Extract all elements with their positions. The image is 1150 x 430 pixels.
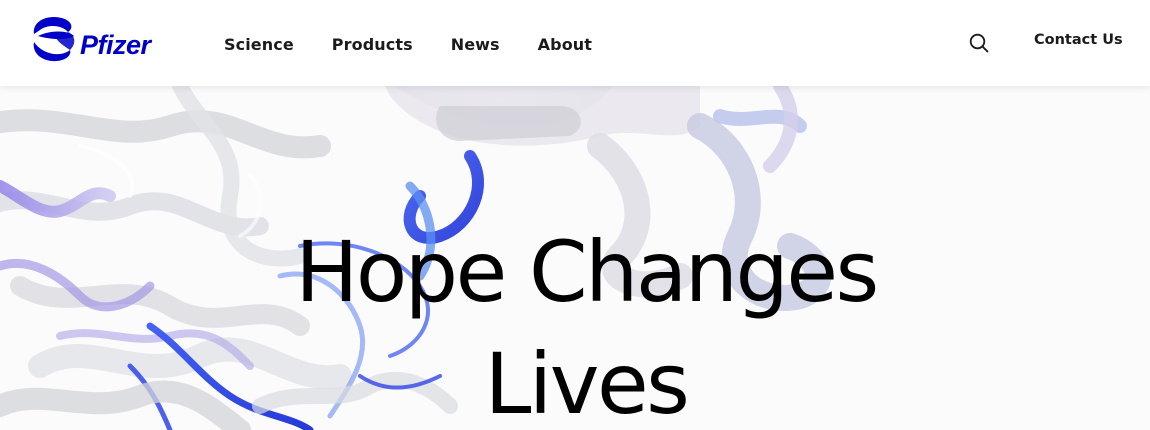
nav-item-news[interactable]: News	[451, 35, 500, 54]
contact-us-link[interactable]: Contact Us	[1034, 32, 1123, 48]
hero-section: Hope Changes Lives	[0, 86, 1150, 430]
pfizer-logo-mark: Pfizer	[33, 16, 153, 62]
hero-headline-line2: Lives	[484, 335, 690, 430]
search-button[interactable]	[966, 30, 992, 56]
hero-headline-line1: Hope Changes	[295, 223, 879, 321]
search-icon	[969, 33, 989, 53]
page: Pfizer Science Products News About Conta…	[0, 0, 1150, 430]
nav-item-about[interactable]: About	[538, 35, 592, 54]
hero-headline: Hope Changes Lives	[0, 216, 1150, 430]
pfizer-logo-text: Pfizer	[80, 30, 153, 60]
site-header: Pfizer Science Products News About Conta…	[0, 0, 1150, 86]
nav-item-products[interactable]: Products	[332, 35, 413, 54]
pfizer-logo[interactable]: Pfizer	[28, 12, 168, 68]
main-nav: Science Products News About	[224, 30, 630, 58]
nav-item-science[interactable]: Science	[224, 35, 294, 54]
